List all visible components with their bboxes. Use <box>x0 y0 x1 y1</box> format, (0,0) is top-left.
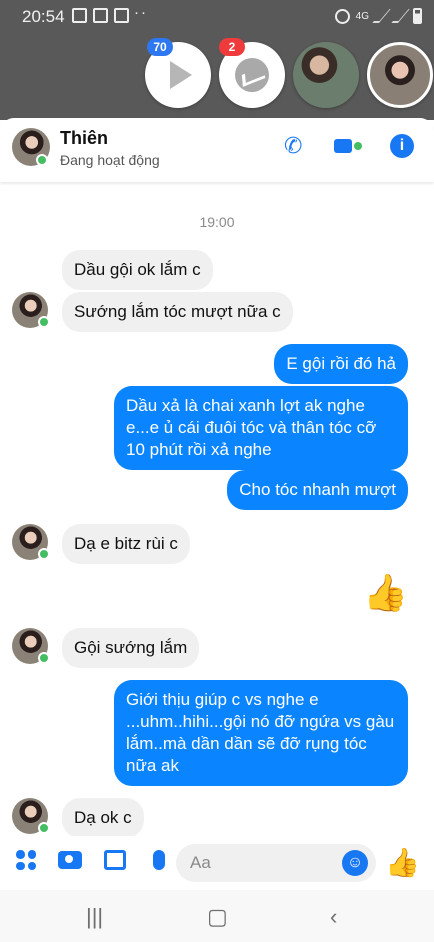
chat-head-active-photo[interactable] <box>367 42 433 108</box>
message-incoming[interactable]: Dạ e bitz rùi c <box>62 524 190 564</box>
message-incoming[interactable]: Gội sướng lắm <box>62 628 200 668</box>
contact-status: Đang hoạt động <box>60 152 160 168</box>
message-input-placeholder: Aa <box>190 853 211 872</box>
chat-head-video[interactable]: 70 <box>145 38 211 108</box>
signal-icon <box>372 9 391 23</box>
status-bar: 20:54 ·· 4G <box>0 0 434 34</box>
message-outgoing[interactable]: Cho tóc nhanh mượt <box>227 470 408 510</box>
messenger-icon <box>235 58 269 92</box>
conversation-header: Thiên Đang hoạt động ✆ i <box>0 118 434 182</box>
message-outgoing[interactable]: Giới thịu giúp c vs nghe e ...uhm..hihi.… <box>114 680 408 786</box>
message-composer: Aa ☺ 👍 <box>0 836 434 890</box>
phone-icon[interactable]: ✆ <box>284 134 308 158</box>
online-indicator <box>36 154 48 166</box>
info-icon[interactable]: i <box>390 134 414 158</box>
status-time: 20:54 <box>22 7 65 26</box>
camera-icon[interactable] <box>58 851 82 869</box>
mic-icon[interactable] <box>153 850 165 870</box>
message-input[interactable]: Aa ☺ <box>176 844 376 882</box>
more-notifications-icon: ·· <box>134 4 148 21</box>
contact-name[interactable]: Thiên <box>60 128 108 149</box>
message-incoming[interactable]: Sướng lắm tóc mượt nữa c <box>62 292 293 332</box>
message-outgoing[interactable]: E gội rồi đó hả <box>274 344 408 384</box>
back-icon[interactable]: ‹ <box>330 904 337 930</box>
chat-heads: 70 2 <box>145 38 433 108</box>
message-list[interactable]: 19:00 Dầu gội ok lắm c Sướng lắm tóc mượ… <box>0 182 434 838</box>
unread-badge: 2 <box>219 38 245 56</box>
network-label: 4G <box>355 10 369 22</box>
video-call-icon[interactable] <box>334 137 364 155</box>
online-indicator <box>38 822 50 834</box>
home-icon[interactable]: ▢ <box>207 904 228 930</box>
menu-grid-icon[interactable] <box>16 850 36 870</box>
app-icon <box>114 8 129 23</box>
navigation-bar: ||| ▢ ‹ <box>0 890 434 942</box>
online-indicator <box>38 548 50 560</box>
signal-icon-2 <box>391 9 410 23</box>
tiktok-icon <box>72 8 87 23</box>
unread-badge: 70 <box>147 38 173 56</box>
recents-icon[interactable]: ||| <box>86 904 103 930</box>
message-outgoing[interactable]: Dầu xả là chai xanh lợt ak nghe e...e ủ … <box>114 386 408 470</box>
online-indicator <box>38 316 50 328</box>
emoji-icon[interactable]: ☺ <box>342 850 368 876</box>
play-icon <box>170 61 192 89</box>
timestamp: 19:00 <box>199 214 235 230</box>
battery-icon <box>413 8 422 24</box>
like-icon[interactable]: 👍 <box>363 572 408 614</box>
like-icon[interactable]: 👍 <box>385 846 420 879</box>
message-incoming[interactable]: Dạ ok c <box>62 798 144 838</box>
gallery-icon[interactable] <box>104 850 126 870</box>
facebook-icon <box>93 8 108 23</box>
alarm-icon <box>334 8 350 24</box>
chat-head-contact-photo[interactable] <box>293 42 359 108</box>
online-indicator <box>38 652 50 664</box>
chat-head-messenger[interactable]: 2 <box>219 38 285 108</box>
message-incoming[interactable]: Dầu gội ok lắm c <box>62 250 213 290</box>
